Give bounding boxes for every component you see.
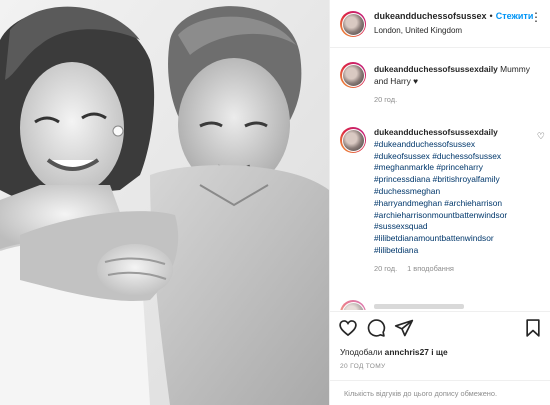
post-location[interactable]: London, United Kingdom bbox=[374, 26, 462, 35]
hashtag-line[interactable]: #lilibetdiana bbox=[374, 245, 544, 257]
hashtag-line[interactable]: #lilibetdianamountbattenwindsor bbox=[374, 233, 544, 245]
commenter-avatar[interactable] bbox=[340, 62, 366, 88]
comment-likes[interactable]: 1 вподобання bbox=[407, 264, 454, 273]
comment-like-heart-icon[interactable]: ♡ bbox=[537, 131, 545, 142]
comment-meta: 20 год. bbox=[374, 94, 544, 106]
comment-time[interactable]: 20 год. bbox=[374, 95, 397, 104]
hashtag-line[interactable]: #dukeofsussex #duchessofsussex bbox=[374, 151, 544, 163]
hashtag-line[interactable]: #harryandmeghan #archieharrison bbox=[374, 198, 544, 210]
likes-summary: Уподобали annchris27 і ще bbox=[340, 347, 448, 357]
follow-button[interactable]: Стежити bbox=[496, 11, 534, 21]
hashtag-line[interactable]: #meghanmarkle #princeharry bbox=[374, 162, 544, 174]
post-photo[interactable] bbox=[0, 0, 329, 405]
hashtag-line[interactable]: #dukeandduchessofsussex bbox=[374, 139, 544, 151]
share-icon[interactable] bbox=[394, 318, 414, 338]
hashtag-list: #dukeandduchessofsussex #dukeofsussex #d… bbox=[374, 139, 544, 257]
separator-dot: • bbox=[489, 11, 493, 21]
commenter-avatar[interactable] bbox=[340, 127, 366, 153]
commenter-avatar[interactable] bbox=[340, 300, 366, 310]
post-time-ago[interactable]: 20 ГОД ТОМУ bbox=[340, 363, 386, 370]
comment-meta: 20 год. 1 вподобання bbox=[374, 263, 544, 275]
action-bar bbox=[330, 311, 550, 341]
comment-username[interactable]: dukeandduchessofsussexdaily bbox=[374, 127, 498, 137]
comment-preview-placeholder bbox=[374, 304, 464, 309]
author-line: dukeandduchessofsussex • Стежити bbox=[374, 11, 533, 21]
post-header: dukeandduchessofsussex • Стежити London, U… bbox=[330, 0, 550, 48]
comments-limited-footer: Кількість відгуків до цього допису обмеж… bbox=[330, 380, 550, 405]
liker-username[interactable]: annchris27 bbox=[385, 347, 429, 357]
likes-prefix: Уподобали bbox=[340, 347, 383, 357]
hashtag-line[interactable]: #sussexsquad bbox=[374, 221, 544, 233]
comment-icon[interactable] bbox=[366, 318, 386, 338]
hashtag-line[interactable]: #archieharrisonmountbattenwindsor bbox=[374, 210, 544, 222]
author-avatar[interactable] bbox=[340, 11, 366, 37]
likes-others-link[interactable]: і ще bbox=[431, 347, 447, 357]
heart-icon[interactable] bbox=[338, 318, 358, 338]
hashtag-line[interactable]: #princessdiana #britishroyalfamily bbox=[374, 174, 544, 186]
comments-area: dukeandduchessofsussexdaily Mummy and Ha… bbox=[330, 48, 550, 310]
bookmark-icon[interactable] bbox=[523, 318, 543, 338]
hashtag-line[interactable]: #duchessmeghan bbox=[374, 186, 544, 198]
author-username[interactable]: dukeandduchessofsussex bbox=[374, 11, 487, 21]
post-side-panel: dukeandduchessofsussex • Стежити London, U… bbox=[329, 0, 550, 405]
comment-username[interactable]: dukeandduchessofsussexdaily bbox=[374, 64, 498, 74]
comment-time[interactable]: 20 год. bbox=[374, 264, 397, 273]
more-options-icon[interactable]: ⋮ bbox=[530, 10, 543, 24]
comments-limited-text: Кількість відгуків до цього допису обмеж… bbox=[344, 389, 498, 398]
comment-item: dukeandduchessofsussexdaily Mummy and Ha… bbox=[374, 64, 544, 105]
comment-item: dukeandduchessofsussexdaily #dukeandduch… bbox=[374, 127, 544, 275]
